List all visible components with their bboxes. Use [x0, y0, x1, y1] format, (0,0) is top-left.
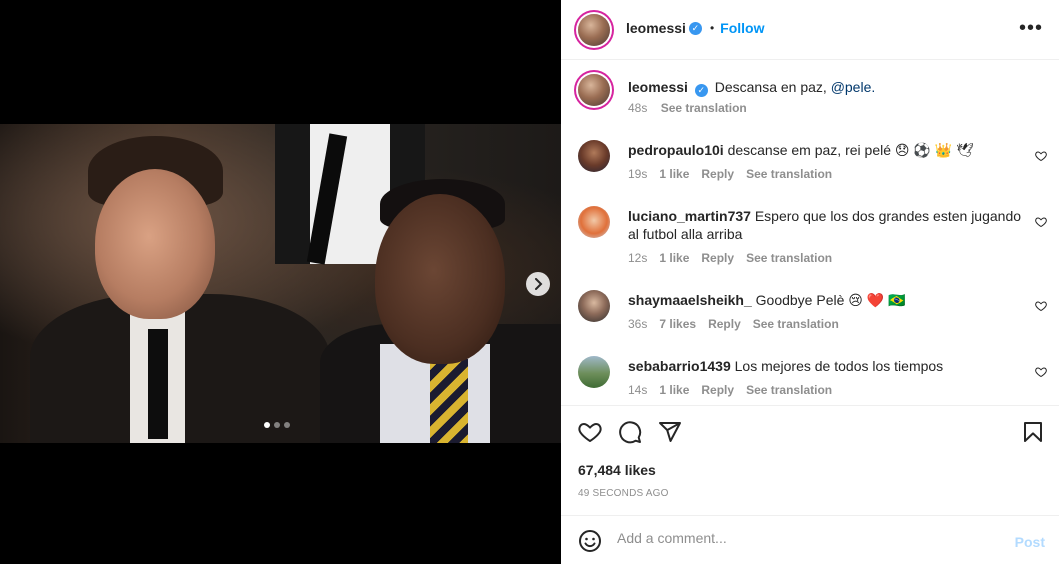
post-comment-button[interactable]: Post — [1015, 534, 1045, 550]
comment-username[interactable]: shaymaaelsheikh_ — [628, 292, 752, 308]
comment-reply-button[interactable]: Reply — [708, 317, 741, 331]
comment-avatar[interactable] — [578, 140, 610, 172]
comment-age: 12s — [628, 251, 648, 265]
comment-avatar[interactable] — [578, 206, 610, 238]
comment-input[interactable] — [617, 530, 977, 546]
post-timestamp: 49 SECONDS AGO — [578, 488, 669, 499]
comment-like-heart-icon[interactable] — [1035, 150, 1047, 162]
comment-meta: 14s 1 like Reply See translation — [628, 383, 832, 397]
comment-see-translation[interactable]: See translation — [753, 317, 839, 331]
comment-text: descanse em paz, rei pelé 😞 ⚽ 👑 🕊 — [727, 142, 974, 158]
post-header: leomessi ✓ • Follow ••• — [561, 0, 1059, 60]
caption-text: Descansa en paz, — [714, 79, 827, 95]
separator-dot: • — [709, 21, 715, 35]
comment-composer: Post — [561, 515, 1059, 564]
comment-age: 14s — [628, 383, 648, 397]
author-username[interactable]: leomessi — [626, 20, 686, 36]
caption-age: 48s — [628, 101, 648, 115]
more-options-icon[interactable]: ••• — [1019, 16, 1043, 40]
comment-username[interactable]: pedropaulo10i — [628, 142, 724, 158]
follow-button[interactable]: Follow — [720, 20, 764, 36]
comment-see-translation[interactable]: See translation — [746, 383, 832, 397]
comment-like-heart-icon[interactable] — [1035, 300, 1047, 312]
comment-like-heart-icon[interactable] — [1035, 366, 1047, 378]
comment-meta: 12s 1 like Reply See translation — [628, 251, 832, 265]
send-icon[interactable] — [658, 420, 682, 444]
post-photo — [0, 124, 561, 443]
caption-avatar[interactable] — [578, 74, 610, 106]
comment-meta: 36s 7 likes Reply See translation — [628, 317, 839, 331]
likes-count[interactable]: 67,484 likes — [578, 462, 656, 478]
comment-avatar[interactable] — [578, 290, 610, 322]
comment-see-translation[interactable]: See translation — [746, 251, 832, 265]
chevron-right-icon — [535, 278, 543, 290]
carousel-dot — [284, 422, 290, 428]
bookmark-icon[interactable] — [1021, 420, 1045, 444]
comment-avatar[interactable] — [578, 356, 610, 388]
comment-text: Los mejores de todos los tiempos — [734, 358, 944, 374]
post-actions: 67,484 likes 49 SECONDS AGO — [561, 405, 1059, 515]
carousel-indicator — [264, 422, 290, 428]
smiley-icon[interactable] — [578, 529, 602, 553]
caption-mention[interactable]: @pele. — [831, 79, 876, 95]
comment-likes[interactable]: 7 likes — [659, 317, 696, 331]
caption-see-translation[interactable]: See translation — [661, 101, 747, 115]
comment-reply-button[interactable]: Reply — [701, 251, 734, 265]
comment-likes[interactable]: 1 like — [659, 383, 689, 397]
comment-icon[interactable] — [618, 420, 642, 444]
comment-age: 36s — [628, 317, 648, 331]
carousel-dot — [274, 422, 280, 428]
comment-reply-button[interactable]: Reply — [701, 383, 734, 397]
comment-meta: 19s 1 like Reply See translation — [628, 167, 832, 181]
comment-likes[interactable]: 1 like — [659, 251, 689, 265]
comment-age: 19s — [628, 167, 648, 181]
carousel-next-button[interactable] — [526, 272, 550, 296]
comment-like-heart-icon[interactable] — [1035, 216, 1047, 228]
comment-username[interactable]: luciano_martin737 — [628, 208, 751, 224]
caption-meta: 48s See translation — [628, 101, 747, 115]
comment-username[interactable]: sebabarrio1439 — [628, 358, 731, 374]
author-avatar[interactable] — [578, 14, 610, 46]
post-panel: leomessi ✓ • Follow ••• leomessi ✓ Desca… — [561, 0, 1059, 564]
caption-username[interactable]: leomessi — [628, 79, 688, 95]
comment-reply-button[interactable]: Reply — [701, 167, 734, 181]
comment-see-translation[interactable]: See translation — [746, 167, 832, 181]
comment-likes[interactable]: 1 like — [659, 167, 689, 181]
verified-badge-icon: ✓ — [688, 21, 702, 35]
verified-badge-icon: ✓ — [694, 84, 708, 97]
comment-text: Goodbye Pelè 😢 ❤️ 🇧🇷 — [755, 292, 906, 308]
heart-icon[interactable] — [578, 420, 602, 444]
post-media — [0, 0, 561, 564]
carousel-dot — [264, 422, 270, 428]
